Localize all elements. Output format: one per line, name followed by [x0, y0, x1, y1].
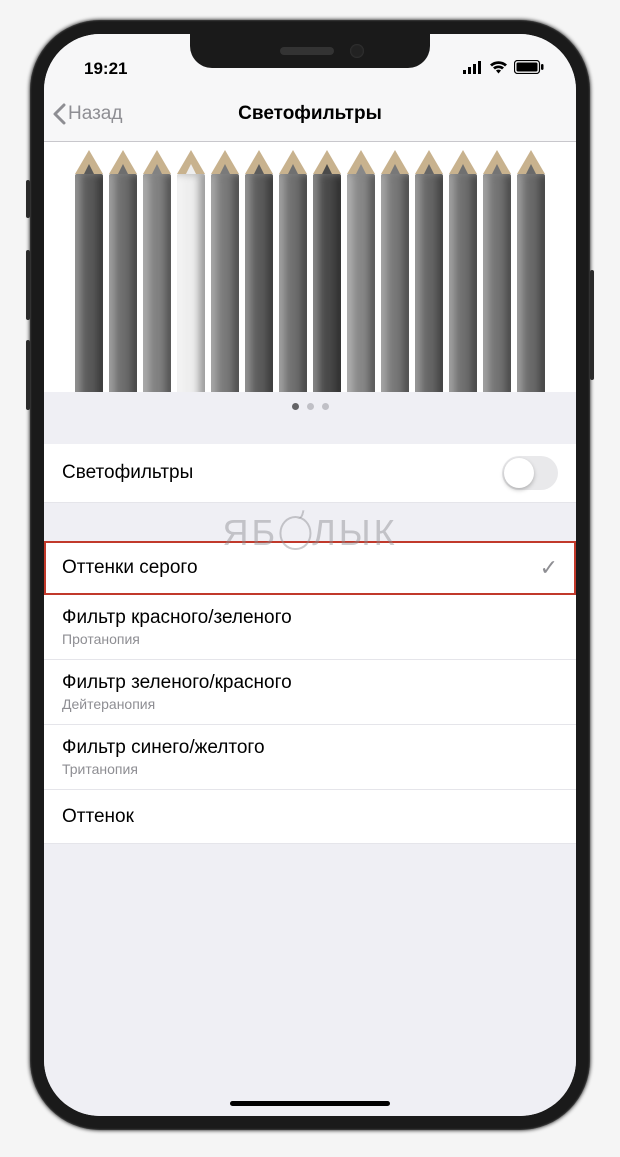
color-filters-toggle[interactable] — [502, 456, 558, 490]
chevron-left-icon — [52, 103, 66, 125]
filter-label: Оттенок — [62, 806, 134, 828]
home-indicator[interactable] — [230, 1101, 390, 1106]
filter-label: Фильтр красного/зеленого — [62, 607, 292, 629]
notch — [190, 34, 430, 68]
page-indicator[interactable] — [44, 392, 576, 420]
checkmark-icon: ✓ — [540, 555, 558, 581]
battery-icon — [514, 59, 544, 79]
pencil — [107, 150, 139, 392]
pencil — [141, 150, 173, 392]
filter-sublabel: Протанопия — [62, 631, 292, 647]
filter-row[interactable]: Оттенки серого ✓ — [44, 541, 576, 595]
back-button[interactable]: Назад — [52, 103, 122, 125]
toggle-label: Светофильтры — [62, 462, 193, 484]
filter-label: Фильтр зеленого/красного — [62, 672, 292, 694]
color-filters-toggle-row[interactable]: Светофильтры — [44, 444, 576, 503]
pencil — [73, 150, 105, 392]
filter-label: Фильтр синего/желтого — [62, 737, 265, 759]
pencil — [379, 150, 411, 392]
filter-sublabel: Тританопия — [62, 761, 265, 777]
pencil — [277, 150, 309, 392]
pencil — [209, 150, 241, 392]
filter-row[interactable]: Фильтр красного/зеленого Протанопия — [44, 595, 576, 660]
page-dot[interactable] — [322, 403, 329, 410]
cellular-icon — [463, 59, 483, 79]
back-label: Назад — [68, 103, 122, 125]
power-button[interactable] — [590, 270, 594, 380]
nav-title: Светофильтры — [238, 103, 382, 125]
screen: 19:21 Назад Све — [44, 34, 576, 1116]
volume-down-button[interactable] — [26, 340, 30, 410]
page-dot[interactable] — [307, 403, 314, 410]
pencil — [243, 150, 275, 392]
pencil — [345, 150, 377, 392]
filter-row[interactable]: Фильтр зеленого/красного Дейтеранопия — [44, 660, 576, 725]
pencil-preview[interactable] — [44, 142, 576, 392]
filter-label: Оттенки серого — [62, 557, 198, 579]
filter-sublabel: Дейтеранопия — [62, 696, 292, 712]
filter-list: Оттенки серого ✓ Фильтр красного/зеленого П… — [44, 541, 576, 844]
phone-frame: 19:21 Назад Све — [30, 20, 590, 1130]
filter-row[interactable]: Оттенок — [44, 790, 576, 844]
pencil — [515, 150, 547, 392]
mute-switch[interactable] — [26, 180, 30, 218]
pencil — [175, 150, 207, 392]
pencil — [311, 150, 343, 392]
toggle-knob — [504, 458, 534, 488]
volume-up-button[interactable] — [26, 250, 30, 320]
filter-row[interactable]: Фильтр синего/желтого Тританопия — [44, 725, 576, 790]
pencil — [447, 150, 479, 392]
status-time: 19:21 — [72, 59, 127, 79]
pencil — [413, 150, 445, 392]
page-dot[interactable] — [292, 403, 299, 410]
nav-bar: Назад Светофильтры — [44, 86, 576, 142]
wifi-icon — [489, 59, 508, 79]
pencil — [481, 150, 513, 392]
